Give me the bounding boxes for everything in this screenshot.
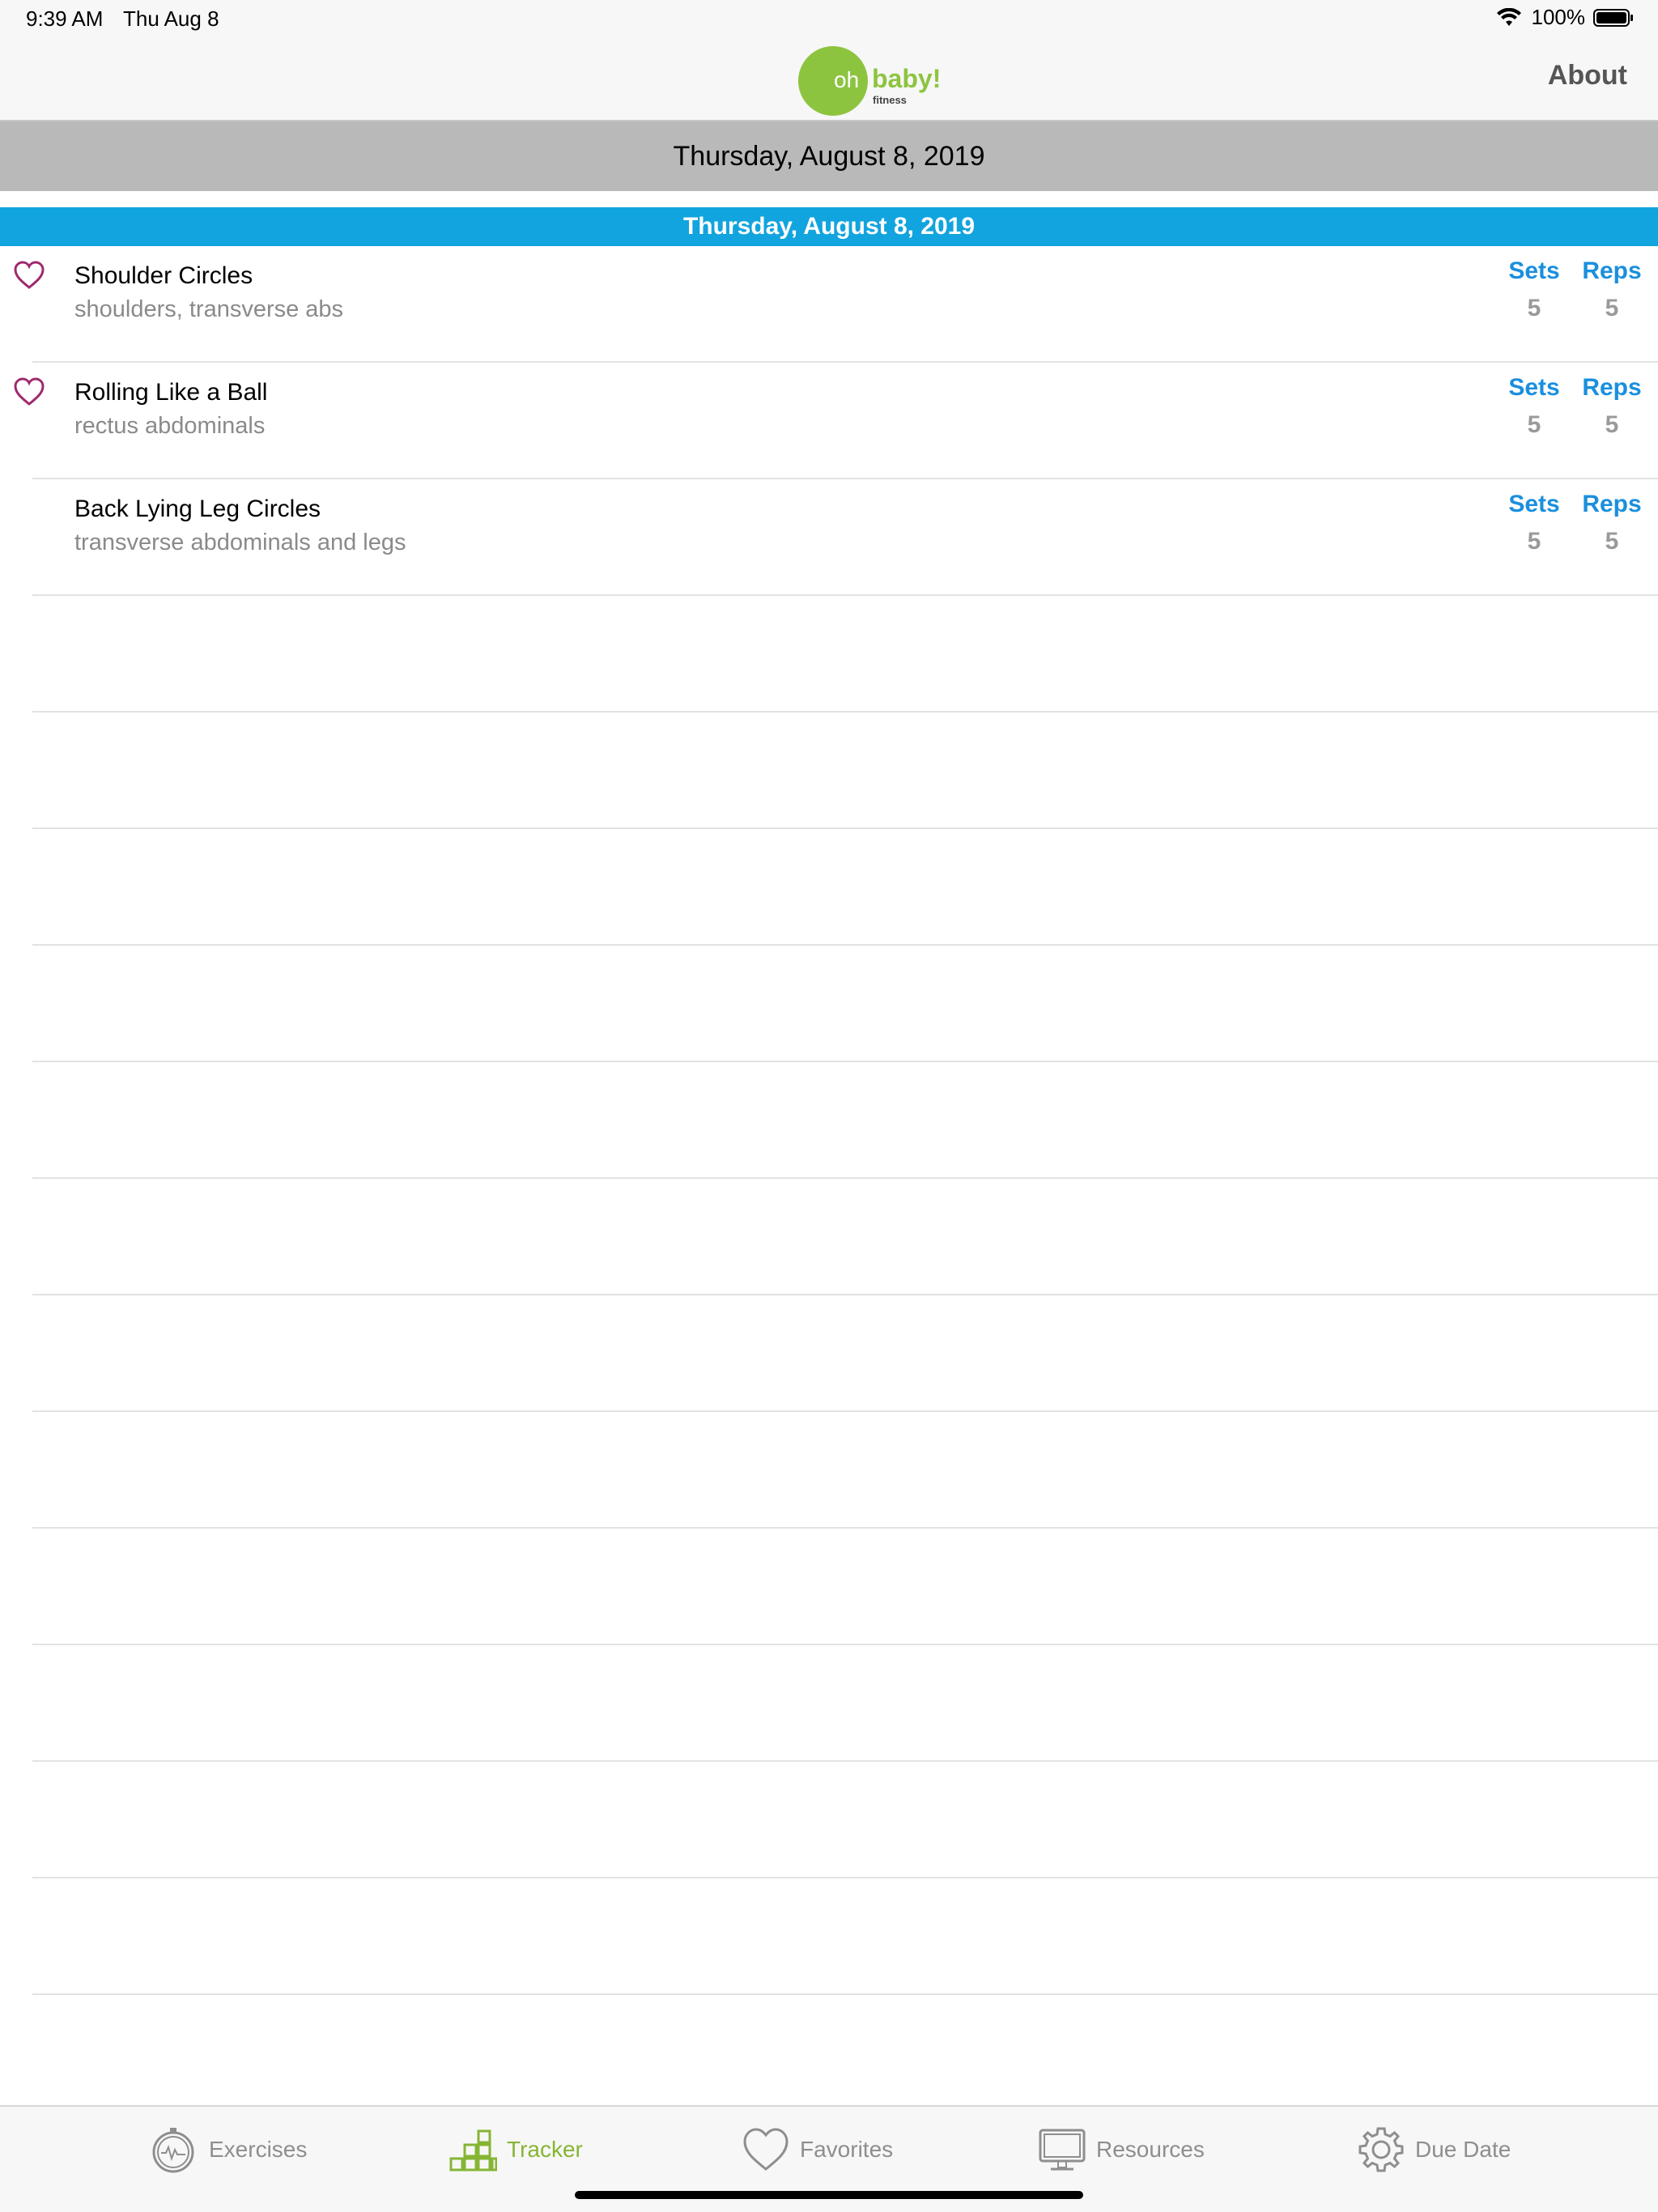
row-divider [32, 1993, 1658, 1995]
svg-text:baby!: baby! [872, 64, 941, 93]
tab-tracker[interactable]: Tracker [449, 2125, 583, 2175]
status-indicators: 100% [1496, 5, 1635, 30]
reps-label[interactable]: Reps [1575, 491, 1648, 518]
list-item[interactable]: Rolling Like a Ball rectus abdominals Se… [0, 363, 1658, 479]
tracker-screen: 9:39 AM Thu Aug 8 100% oh baby! fitness … [0, 0, 1658, 2212]
tab-due-date[interactable]: Due Date [1357, 2125, 1511, 2175]
sets-label[interactable]: Sets [1498, 491, 1571, 518]
status-time: 9:39 AM [26, 6, 104, 31]
wifi-icon [1496, 7, 1521, 26]
empty-row [0, 596, 1658, 713]
list-item[interactable]: Shoulder Circles shoulders, transverse a… [0, 246, 1658, 363]
reps-label[interactable]: Reps [1575, 257, 1648, 285]
sets-column: Sets 5 [1498, 257, 1571, 322]
sets-column: Sets 5 [1498, 491, 1571, 555]
heart-icon [743, 2128, 789, 2171]
sets-column: Sets 5 [1498, 374, 1571, 439]
home-indicator[interactable] [575, 2191, 1083, 2199]
svg-text:oh: oh [834, 67, 859, 92]
empty-row [0, 1878, 1658, 1995]
svg-text:fitness: fitness [873, 94, 907, 106]
tab-label: Resources [1096, 2137, 1205, 2162]
monitor-icon [1039, 2129, 1086, 2171]
reps-column: Reps 5 [1575, 257, 1648, 322]
reps-value: 5 [1605, 411, 1619, 438]
about-button[interactable]: About [1548, 60, 1627, 91]
exercise-title: Back Lying Leg Circles [74, 496, 321, 522]
gear-icon [1358, 2127, 1404, 2172]
empty-row [0, 1179, 1658, 1295]
ohbaby-fitness-logo: oh baby! fitness [798, 46, 941, 116]
date-banner[interactable]: Thursday, August 8, 2019 [0, 121, 1658, 191]
empty-row [0, 1295, 1658, 1412]
tab-label: Due Date [1415, 2137, 1511, 2162]
reps-value: 5 [1605, 528, 1619, 555]
empty-row [0, 1762, 1658, 1878]
exercise-muscles: shoulders, transverse abs [74, 296, 344, 322]
section-header-date: Thursday, August 8, 2019 [0, 207, 1658, 246]
reps-column: Reps 5 [1575, 374, 1648, 439]
reps-label[interactable]: Reps [1575, 374, 1648, 402]
tab-resources[interactable]: Resources [1038, 2125, 1205, 2175]
status-bar: 9:39 AM Thu Aug 8 100% [0, 0, 1658, 39]
empty-row [0, 1062, 1658, 1179]
empty-row [0, 1529, 1658, 1645]
stopwatch-icon [152, 2128, 194, 2173]
reps-value: 5 [1605, 295, 1619, 321]
exercise-title: Shoulder Circles [74, 262, 253, 289]
sets-value: 5 [1527, 295, 1541, 321]
exercise-title: Rolling Like a Ball [74, 379, 268, 406]
heart-icon[interactable] [13, 259, 45, 291]
tab-label: Favorites [800, 2137, 894, 2162]
tab-exercises[interactable]: Exercises [151, 2125, 307, 2175]
sets-label[interactable]: Sets [1498, 257, 1571, 285]
sets-label[interactable]: Sets [1498, 374, 1571, 402]
tab-label: Exercises [209, 2137, 308, 2162]
battery-icon [1593, 8, 1633, 27]
blocks-icon [449, 2129, 497, 2172]
empty-row [0, 946, 1658, 1062]
list-item[interactable]: Back Lying Leg Circles transverse abdomi… [0, 479, 1658, 596]
exercise-muscles: rectus abdominals [74, 413, 266, 439]
empty-row [0, 1412, 1658, 1529]
sets-value: 5 [1527, 528, 1541, 555]
battery-percent: 100% [1531, 5, 1586, 29]
reps-column: Reps 5 [1575, 491, 1648, 555]
empty-row [0, 1645, 1658, 1762]
empty-row [0, 713, 1658, 829]
status-date: Thu Aug 8 [123, 6, 219, 31]
tab-label: Tracker [507, 2137, 583, 2162]
exercise-muscles: transverse abdominals and legs [74, 530, 406, 555]
empty-row [0, 829, 1658, 946]
tab-favorites[interactable]: Favorites [742, 2125, 893, 2175]
heart-icon[interactable] [13, 376, 45, 408]
sets-value: 5 [1527, 411, 1541, 438]
navigation-bar: oh baby! fitness About [0, 39, 1658, 121]
